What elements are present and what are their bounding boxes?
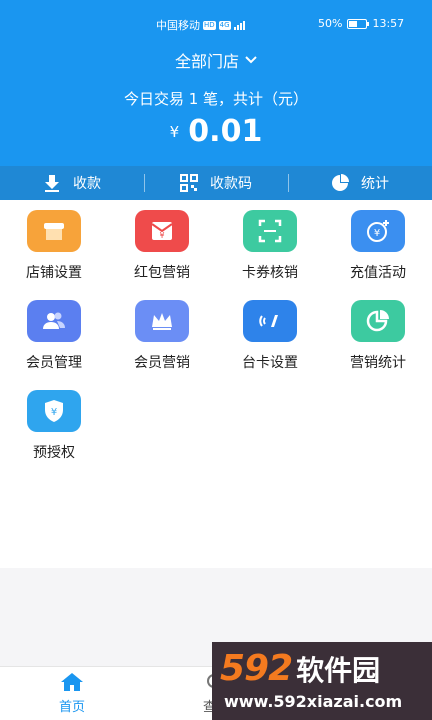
table-card-label: 台卡设置 xyxy=(242,355,298,371)
store-selector[interactable]: 全部门店 xyxy=(0,48,432,72)
shop-settings-label: 店铺设置 xyxy=(26,265,82,281)
home-icon xyxy=(61,673,83,691)
action-bar: 收款 收款码 统计 xyxy=(0,166,432,200)
feature-grid: 店铺设置 ¥ 红包营销 卡券核销 ¥ 充值活动 会员管理 会员营销 台卡设置 营… xyxy=(0,200,432,568)
pre-auth-label: 预授权 xyxy=(33,445,75,461)
battery-percent: 50% xyxy=(318,17,343,30)
amount-value: 0.01 xyxy=(188,114,263,149)
pie-chart-icon xyxy=(351,300,405,342)
carrier-info: 中国移动 HD 4G xyxy=(156,17,245,33)
recharge-tile[interactable]: ¥ 充值活动 xyxy=(324,200,432,290)
store-selector-label: 全部门店 xyxy=(174,52,239,71)
crown-icon xyxy=(135,300,189,342)
recharge-label: 充值活动 xyxy=(350,265,406,281)
pre-auth-tile[interactable]: ¥ 预授权 xyxy=(0,380,108,470)
qr-code-icon xyxy=(180,174,198,192)
shop-icon xyxy=(27,210,81,252)
red-envelope-label: 红包营销 xyxy=(134,265,190,281)
payment-code-button[interactable]: 收款码 xyxy=(144,166,288,200)
pie-chart-icon xyxy=(332,174,349,191)
member-marketing-tile[interactable]: 会员营销 xyxy=(108,290,216,380)
member-manage-label: 会员管理 xyxy=(26,355,82,371)
coupon-verify-label: 卡券核销 xyxy=(242,265,298,281)
svg-text:¥: ¥ xyxy=(159,231,164,240)
signal-icon xyxy=(233,20,245,30)
members-icon xyxy=(27,300,81,342)
marketing-stats-tile[interactable]: 营销统计 xyxy=(324,290,432,380)
table-card-tile[interactable]: 台卡设置 xyxy=(216,290,324,380)
nav-home-label: 首页 xyxy=(58,700,85,715)
red-envelope-icon: ¥ xyxy=(135,210,189,252)
download-arrow-icon xyxy=(45,175,59,192)
watermark-url: www.592xiazai.com xyxy=(224,692,403,711)
scan-icon xyxy=(243,210,297,252)
marketing-stats-label: 营销统计 xyxy=(350,355,406,371)
watermark-number: 592 xyxy=(220,648,293,689)
payment-code-label: 收款码 xyxy=(210,176,252,192)
watermark-logo: 592 软件园 www.592xiazai.com xyxy=(212,642,432,720)
member-manage-tile[interactable]: 会员管理 xyxy=(0,290,108,380)
recharge-icon: ¥ xyxy=(351,210,405,252)
statistics-label: 统计 xyxy=(361,176,389,192)
coupon-verify-tile[interactable]: 卡券核销 xyxy=(216,200,324,290)
statistics-button[interactable]: 统计 xyxy=(288,166,432,200)
svg-text:¥: ¥ xyxy=(51,407,57,418)
amount-display: ¥ 0.01 xyxy=(0,114,432,149)
trade-summary: 今日交易 1 笔，共计（元） xyxy=(123,90,309,108)
status-right: 50% 13:57 xyxy=(318,17,404,30)
nfc-icon xyxy=(243,300,297,342)
clock: 13:57 xyxy=(372,17,405,30)
carrier-name: 中国移动 xyxy=(156,19,200,32)
watermark-brand: 592 软件园 xyxy=(220,648,380,689)
hd-tag: HD xyxy=(203,20,216,30)
watermark-text: 软件园 xyxy=(296,654,381,687)
shield-yen-icon: ¥ xyxy=(27,390,81,432)
currency-symbol: ¥ xyxy=(169,123,180,141)
status-bar: 中国移动 HD 4G 50% 13:57 xyxy=(0,0,432,36)
svg-text:¥: ¥ xyxy=(374,228,380,239)
member-marketing-label: 会员营销 xyxy=(134,355,190,371)
battery-icon xyxy=(347,18,370,29)
red-envelope-tile[interactable]: ¥ 红包营销 xyxy=(108,200,216,290)
nav-home[interactable]: 首页 xyxy=(0,667,144,720)
chevron-down-icon xyxy=(245,56,257,64)
network-tag: 4G xyxy=(218,20,231,30)
receive-payment-button[interactable]: 收款 xyxy=(0,166,144,200)
receive-payment-label: 收款 xyxy=(73,176,101,192)
shop-settings-tile[interactable]: 店铺设置 xyxy=(0,200,108,290)
header: 中国移动 HD 4G 50% 13:57 全部门店 今日交易 1 笔，共计（元）… xyxy=(0,0,432,200)
